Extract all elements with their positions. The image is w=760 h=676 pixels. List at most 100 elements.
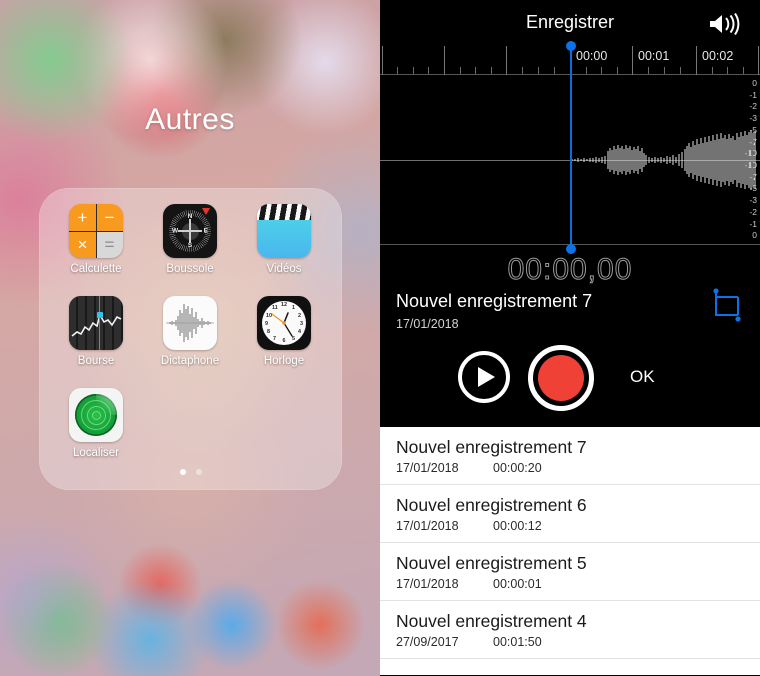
recording-info-panel: 00:00,00 Nouvel enregistrement 7 17/01/2… [380, 245, 760, 427]
compass-label-s: S [187, 242, 193, 249]
playhead[interactable] [566, 41, 576, 254]
clock-icon: 12 1 2 3 4 5 6 7 8 9 10 11 [257, 296, 311, 350]
recording-date: 27/09/2017 [396, 635, 459, 649]
folder-title: Autres [145, 103, 235, 136]
current-recording-date: 17/01/2018 [396, 317, 459, 331]
current-recording-name[interactable]: Nouvel enregistrement 7 [396, 291, 592, 312]
radar-sweep [96, 394, 117, 415]
compass-crosshair-v [189, 219, 191, 243]
db-tick: 0 [752, 230, 757, 241]
page-dot-2[interactable] [195, 469, 202, 475]
record-button[interactable] [528, 345, 594, 411]
db-tick: -7 [749, 136, 757, 147]
app-label: Calculette [70, 263, 122, 275]
calc-key-minus: − [104, 207, 115, 227]
db-tick: -2 [749, 101, 757, 112]
db-scale: 0 -1 -2 -3 -5 -7 -10 -10 -7 -5 -3 -2 -1 … [735, 79, 757, 240]
db-tick: 0 [752, 78, 757, 88]
app-bourse[interactable]: Bourse [49, 296, 143, 388]
find-my-icon [69, 388, 123, 442]
ok-button[interactable]: OK [630, 367, 655, 387]
compass-label-w: W [172, 227, 179, 235]
playhead-handle-bottom[interactable] [566, 244, 576, 254]
clock-num-7: 7 [273, 336, 276, 342]
clock-num-11: 11 [272, 305, 278, 311]
list-item[interactable]: Nouvel enregistrement 6 17/01/2018 00:00… [380, 485, 760, 543]
recording-name: Nouvel enregistrement 6 [396, 495, 587, 515]
app-grid: + − × = Calculette N S E W Boussole Vidé… [49, 204, 332, 480]
app-videos[interactable]: Vidéos [237, 204, 331, 296]
app-folder: + − × = Calculette N S E W Boussole Vidé… [39, 188, 342, 490]
clock-num-12: 12 [281, 302, 287, 308]
ruler-major-tick [506, 46, 507, 75]
calculator-icon: + − × = [69, 204, 123, 258]
db-tick: -5 [749, 124, 757, 135]
ruler-major-tick [632, 46, 633, 75]
compass-needle-icon [202, 208, 210, 215]
db-tick: -7 [749, 171, 757, 182]
db-tick: -1 [749, 89, 757, 100]
ruler-label-2: 00:02 [702, 49, 734, 63]
clock-num-9: 9 [265, 321, 268, 327]
recording-date: 17/01/2018 [396, 577, 459, 591]
record-icon [538, 355, 584, 401]
play-button[interactable] [458, 351, 510, 403]
stocks-cursor-dot [96, 312, 103, 318]
calc-key-times: × [77, 234, 88, 254]
app-label: Dictaphone [160, 355, 220, 367]
crop-trim-icon[interactable] [710, 287, 744, 325]
app-label: Localiser [72, 447, 120, 459]
db-tick: -3 [749, 113, 757, 124]
clock-num-3: 3 [300, 321, 303, 327]
app-header: Enregistrer [380, 0, 760, 46]
compass-icon: N S E W [163, 204, 217, 258]
videos-icon [257, 204, 311, 258]
list-item[interactable]: Nouvel enregistrement 5 17/01/2018 00:00… [380, 543, 760, 601]
app-calculette[interactable]: + − × = Calculette [49, 204, 143, 296]
app-label: Boussole [166, 263, 214, 275]
page-indicator [39, 469, 342, 475]
db-tick: -10 [744, 160, 757, 171]
app-label: Horloge [263, 355, 305, 367]
page-dot-1[interactable] [179, 469, 186, 475]
clock-num-10: 10 [266, 313, 272, 319]
list-item[interactable]: Nouvel enregistrement 7 17/01/2018 00:00… [380, 427, 760, 485]
voice-recorder-app: Enregistrer 00:00 00:01 00:02 0 -1 -2 -3… [380, 0, 760, 676]
recording-name: Nouvel enregistrement 7 [396, 437, 587, 457]
recording-date: 17/01/2018 [396, 519, 459, 533]
recording-duration: 00:01:50 [493, 635, 542, 649]
recording-date: 17/01/2018 [396, 461, 459, 475]
db-tick: -5 [749, 183, 757, 194]
db-tick: -1 [749, 218, 757, 229]
recording-duration: 00:00:01 [493, 577, 542, 591]
page-title: Enregistrer [525, 12, 615, 32]
db-tick: -3 [749, 195, 757, 206]
transport-controls: OK [380, 345, 760, 411]
recording-duration: 00:00:20 [493, 461, 542, 475]
speaker-volume-icon[interactable] [707, 13, 745, 35]
ruler-major-tick [444, 46, 445, 75]
stocks-cursor-line [99, 296, 101, 350]
waveform-glyph [166, 304, 214, 342]
recording-name: Nouvel enregistrement 4 [396, 611, 587, 631]
ruler-major-tick [382, 46, 383, 75]
stocks-icon [69, 296, 123, 350]
voice-memos-icon [163, 296, 217, 350]
db-tick: -2 [749, 206, 757, 217]
compass-label-n: N [187, 213, 193, 220]
play-icon [478, 367, 495, 387]
app-boussole[interactable]: N S E W Boussole [143, 204, 237, 296]
ios-home-screen: Autres + − × = Calculette N S E W Bousso… [0, 0, 380, 676]
playhead-handle-top[interactable] [566, 41, 576, 51]
ruler-major-tick [758, 46, 759, 75]
calc-key-equals: = [96, 231, 123, 258]
timer-display: 00:00,00 [507, 253, 633, 287]
app-horloge[interactable]: 12 1 2 3 4 5 6 7 8 9 10 11 Horloge [237, 296, 331, 388]
clock-num-4: 4 [298, 329, 301, 335]
recordings-list[interactable]: Nouvel enregistrement 7 17/01/2018 00:00… [380, 427, 760, 675]
app-dictaphone[interactable]: Dictaphone [143, 296, 237, 388]
clock-num-2: 2 [298, 313, 301, 319]
list-item[interactable]: Nouvel enregistrement 4 27/09/2017 00:01… [380, 601, 760, 659]
app-localiser[interactable]: Localiser [49, 388, 143, 480]
app-label: Bourse [77, 355, 115, 367]
